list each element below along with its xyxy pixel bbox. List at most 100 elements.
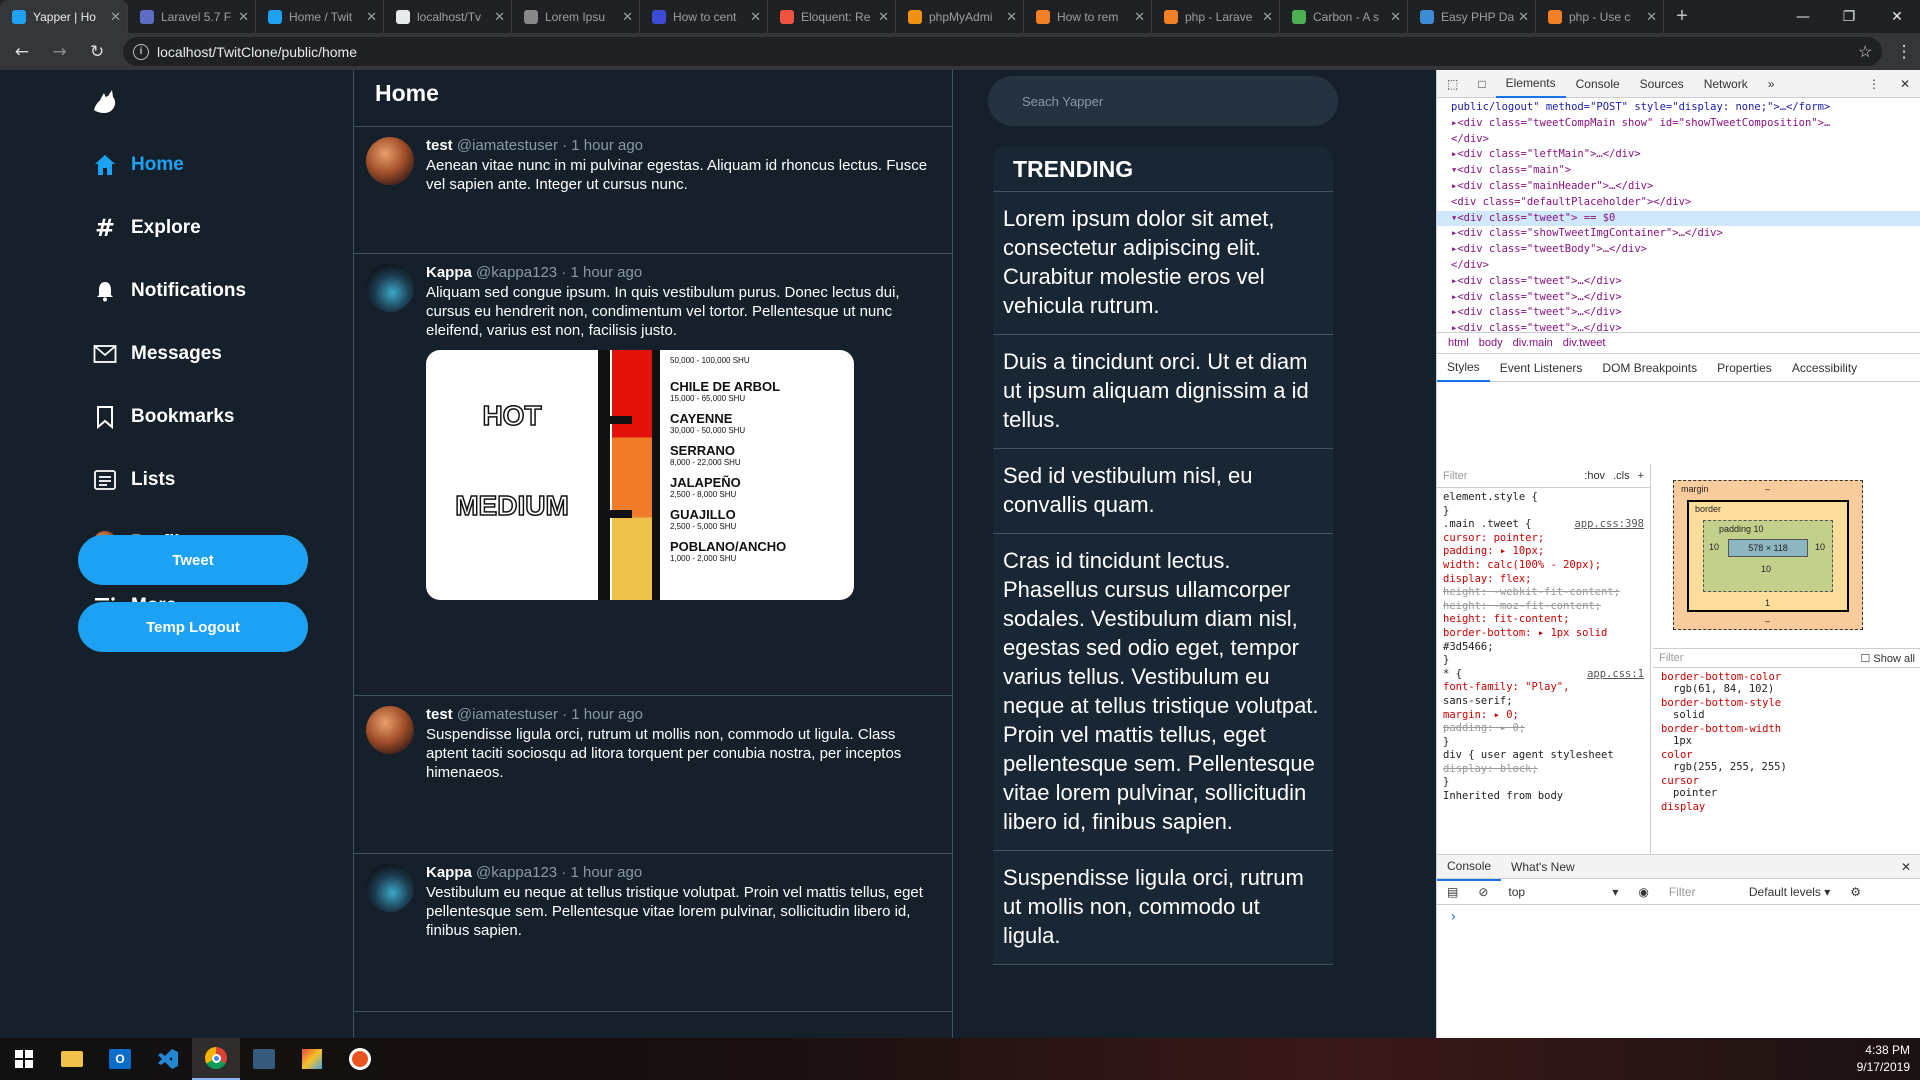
menu-icon[interactable]: ⋮: [1888, 36, 1920, 68]
new-rule-icon[interactable]: +: [1638, 470, 1644, 482]
styles-subtab[interactable]: Properties: [1707, 354, 1782, 382]
breadcrumb-item[interactable]: html: [1443, 337, 1474, 349]
devtools-tab-console[interactable]: Console: [1566, 70, 1630, 98]
style-source-link[interactable]: app.css:398: [1574, 518, 1644, 532]
style-line[interactable]: sans-serif;: [1437, 695, 1650, 709]
devtools-tab-sources[interactable]: Sources: [1630, 70, 1694, 98]
dom-node[interactable]: ▸<div class="tweet">…</div>: [1437, 305, 1920, 321]
styles-subtab[interactable]: Styles: [1437, 354, 1490, 382]
console-filter-input[interactable]: Filter: [1659, 878, 1739, 906]
drawer-tab[interactable]: What's New: [1501, 853, 1585, 881]
nav-lists[interactable]: Lists: [92, 460, 175, 500]
trend-item[interactable]: Duis a tincidunt orci. Ut et diam ut ips…: [993, 335, 1333, 449]
style-line[interactable]: * {app.css:1: [1437, 668, 1650, 682]
avatar[interactable]: [366, 264, 414, 312]
styles-filter-input[interactable]: Filter: [1443, 470, 1584, 482]
temp-logout-button[interactable]: Temp Logout: [78, 602, 308, 652]
hov-toggle[interactable]: :hov: [1584, 470, 1605, 482]
style-line[interactable]: width: calc(100% - 20px);: [1437, 559, 1650, 573]
avatar[interactable]: [366, 706, 414, 754]
computed-property[interactable]: border-bottom-width 1px: [1653, 722, 1920, 748]
context-select[interactable]: top ▾: [1498, 878, 1628, 906]
browser-tab[interactable]: How to cent ✕: [640, 0, 768, 33]
dom-node[interactable]: ▸<div class="tweetBody">…</div>: [1437, 242, 1920, 258]
reload-icon[interactable]: ↻: [81, 36, 113, 68]
breadcrumb-item[interactable]: div.main: [1508, 337, 1558, 349]
devtools-tab-elements[interactable]: Elements: [1495, 70, 1566, 98]
style-line[interactable]: font-family: "Play",: [1437, 681, 1650, 695]
dom-node[interactable]: ▸<div class="leftMain">…</div>: [1437, 147, 1920, 163]
nav-notifications[interactable]: Notifications: [92, 271, 246, 311]
style-line[interactable]: element.style {: [1437, 491, 1650, 505]
sidebar-toggle-icon[interactable]: ▤: [1437, 878, 1468, 906]
browser-tab[interactable]: phpMyAdmi ✕: [896, 0, 1024, 33]
style-line[interactable]: margin: ▸ 0;: [1437, 709, 1650, 723]
forward-icon[interactable]: →: [44, 36, 76, 68]
devtools-menu-icon[interactable]: ⋮: [1858, 70, 1890, 98]
browser-tab[interactable]: Carbon - A s ✕: [1280, 0, 1408, 33]
dom-tree[interactable]: public/logout" method="POST" style="disp…: [1437, 98, 1920, 332]
outlook-icon[interactable]: O: [96, 1038, 144, 1080]
styles-subtab[interactable]: Accessibility: [1782, 354, 1867, 382]
style-line[interactable]: border-bottom: ▸ 1px solid: [1437, 627, 1650, 641]
info-icon[interactable]: i: [133, 43, 150, 60]
console-prompt[interactable]: ›: [1437, 905, 1920, 929]
drawer-close-icon[interactable]: ✕: [1891, 853, 1920, 881]
avatar[interactable]: [366, 864, 414, 912]
breadcrumb-item[interactable]: div.tweet: [1558, 337, 1611, 349]
dom-node[interactable]: ▸<div class="mainHeader">…</div>: [1437, 179, 1920, 195]
tab-close-icon[interactable]: ✕: [1134, 9, 1145, 25]
tab-close-icon[interactable]: ✕: [750, 9, 761, 25]
tweet[interactable]: Kappa @kappa123 · 1 hour ago Aliquam sed …: [354, 254, 952, 696]
dom-node[interactable]: ▸<div class="tweetCompMain show" id="sho…: [1437, 116, 1920, 132]
computed-property[interactable]: cursor pointer: [1653, 774, 1920, 800]
nav-home[interactable]: Home: [92, 145, 184, 185]
browser-tab[interactable]: Eloquent: Re ✕: [768, 0, 896, 33]
trend-item[interactable]: Sed id vestibulum nisl, eu convallis qua…: [993, 449, 1333, 534]
trend-item[interactable]: Suspendisse ligula orci, rutrum ut molli…: [993, 851, 1333, 965]
trend-item[interactable]: Lorem ipsum dolor sit amet, consectetur …: [993, 192, 1333, 335]
windows-start-icon[interactable]: [0, 1038, 48, 1080]
tab-close-icon[interactable]: ✕: [1390, 9, 1401, 25]
computed-property[interactable]: display: [1653, 800, 1920, 814]
bookmark-star-icon[interactable]: ☆: [1858, 42, 1872, 62]
tab-close-icon[interactable]: ✕: [110, 9, 121, 25]
console-settings-icon[interactable]: ⚙: [1840, 878, 1871, 906]
device-toolbar-icon[interactable]: □: [1468, 70, 1495, 98]
style-line[interactable]: cursor: pointer;: [1437, 532, 1650, 546]
style-line[interactable]: }: [1437, 505, 1650, 519]
styles-subtab[interactable]: DOM Breakpoints: [1592, 354, 1707, 382]
browser-tab[interactable]: Yapper | Ho ✕: [0, 0, 128, 33]
browser-tab[interactable]: Laravel 5.7 F ✕: [128, 0, 256, 33]
inspect-icon[interactable]: ⬚: [1437, 70, 1468, 98]
dom-node[interactable]: ▸<div class="showTweetImgContainer">…</d…: [1437, 226, 1920, 242]
address-bar[interactable]: i localhost/TwitClone/public/home ☆: [123, 37, 1883, 66]
dom-node[interactable]: <div class="defaultPlaceholder"></div>: [1437, 195, 1920, 211]
styles-subtab[interactable]: Event Listeners: [1490, 354, 1593, 382]
nav-bookmarks[interactable]: Bookmarks: [92, 397, 235, 437]
tweet-author[interactable]: Kappa: [426, 264, 472, 281]
vscode-icon[interactable]: [144, 1038, 192, 1080]
minimize-button[interactable]: —: [1780, 0, 1826, 33]
more-tabs-icon[interactable]: »: [1758, 70, 1785, 98]
tweet-author[interactable]: Kappa: [426, 864, 472, 881]
tab-close-icon[interactable]: ✕: [366, 9, 377, 25]
style-line[interactable]: display: flex;: [1437, 573, 1650, 587]
computed-filter-input[interactable]: Filter: [1659, 652, 1861, 664]
devtools-close-icon[interactable]: ✕: [1890, 70, 1920, 98]
style-line[interactable]: padding: ▸ 10px;: [1437, 545, 1650, 559]
search-input[interactable]: Seach Yapper: [988, 76, 1338, 126]
style-line[interactable]: }: [1437, 776, 1650, 790]
breadcrumb-item[interactable]: body: [1474, 337, 1508, 349]
tweet-image[interactable]: HOT MEDIUM 50,000 - 100,000 SHU CHILE DE AR…: [426, 350, 854, 600]
style-line[interactable]: Inherited from body: [1437, 790, 1650, 804]
avatar[interactable]: [366, 137, 414, 185]
tab-close-icon[interactable]: ✕: [1646, 9, 1657, 25]
dom-node[interactable]: </div>: [1437, 132, 1920, 148]
computed-property[interactable]: border-bottom-color rgb(61, 84, 102): [1653, 670, 1920, 696]
nav-explore[interactable]: # Explore: [92, 208, 201, 248]
browser-tab[interactable]: php - Use c ✕: [1536, 0, 1664, 33]
style-line[interactable]: }: [1437, 736, 1650, 750]
ubuntu-icon[interactable]: [336, 1038, 384, 1080]
ssms-icon[interactable]: [240, 1038, 288, 1080]
